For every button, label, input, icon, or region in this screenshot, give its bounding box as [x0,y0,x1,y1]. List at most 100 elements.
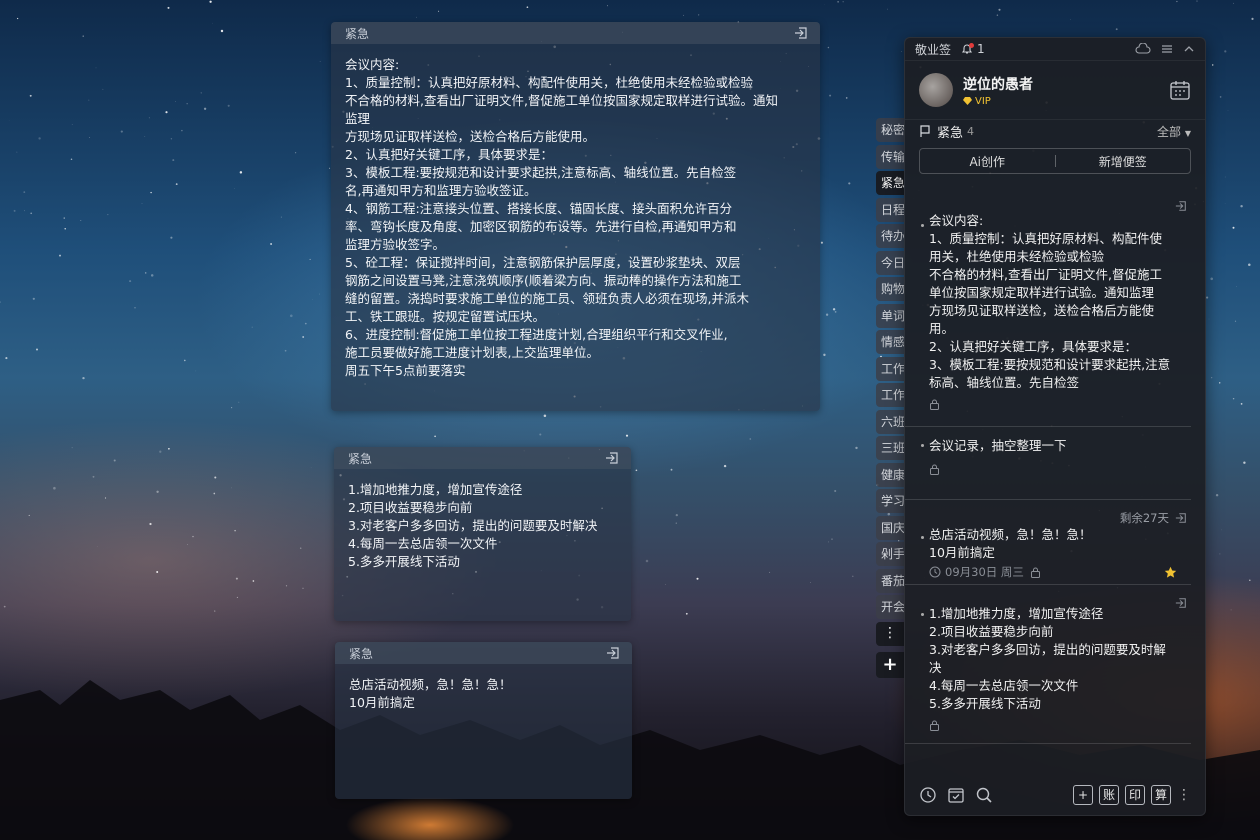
exit-icon[interactable] [1175,200,1187,212]
star [887,8,889,10]
note-line: 监理方验收签字。 [345,237,446,252]
star [95,67,97,69]
item-line: 用关，杜绝使用未经检验或检验 [929,249,1105,264]
more-options-icon[interactable]: ⋮ [1177,787,1191,803]
star [675,513,678,517]
more-tabs-button[interactable]: ⋮ [876,621,904,646]
exit-icon[interactable] [1175,512,1187,524]
side-tab[interactable]: 秘密 [876,118,904,142]
history-icon[interactable] [919,786,937,804]
star-icon[interactable] [1164,566,1177,579]
exit-icon[interactable] [1175,597,1187,609]
star [998,8,1001,11]
chevron-up-icon[interactable] [1183,43,1195,55]
item-footer: 09月30日 周三 [929,562,1177,582]
notification-dot [969,43,975,48]
exit-icon[interactable] [794,26,808,40]
note-body[interactable]: 1.增加地推力度，增加宣传途径 2.项目收益要稳步向前 3.对老客户多多回访，提… [334,469,631,583]
side-tab[interactable]: 今日 [876,250,904,275]
star [526,6,529,9]
desktop-note-meeting[interactable]: 紧急 会议内容: 1、质量控制：认真把好原材料、构配件使用关，杜绝使用未经检验或… [331,22,820,411]
star [175,100,176,102]
lock-icon[interactable] [929,399,940,410]
side-tab[interactable]: 工作 [876,356,904,381]
side-tab[interactable]: 购物 [876,277,904,301]
list-item[interactable]: 会议内容: 1、质量控制：认真把好原材料、构配件使 用关，杜绝使用未经检验或检验… [905,198,1191,427]
side-tab[interactable]: 传输 [876,144,904,169]
star [236,596,238,598]
item-line: 标高、轴线位置。先自检签 [929,375,1080,390]
side-tab[interactable]: 番茄 [876,568,904,593]
note-body[interactable]: 总店活动视频，急！急！急！ 10月前搞定 [335,664,632,724]
new-note-button[interactable]: 新增便签 [1056,153,1191,170]
star [129,280,132,283]
item-line: 2.项目收益要稳步向前 [929,624,1054,639]
side-tab[interactable]: 学习 [876,489,904,513]
lock-icon[interactable] [929,720,940,731]
star [107,214,109,216]
avatar[interactable] [919,73,953,107]
note-category-tag: 紧急 [349,646,374,661]
exit-icon[interactable] [606,646,620,660]
item-text: 会议记录，抽空整理一下 [929,427,1177,455]
filter-dropdown[interactable]: 全部 ▼ [1157,123,1191,140]
panel-titlebar[interactable]: 敬业签 1 [905,38,1205,61]
bottom-toolbar: + 账 印 算 ⋮ [905,775,1205,815]
star [665,584,666,585]
side-tab[interactable]: 待办 [876,224,904,248]
side-tab[interactable]: 单词 [876,303,904,328]
item-line: 3.对老客户多多回访，提出的问题要及时解 [929,642,1166,657]
star [829,94,832,97]
calendar-icon[interactable] [1169,79,1191,101]
note-body[interactable]: 会议内容: 1、质量控制：认真把好原材料、构配件使用关，杜绝使用未经检验或检验 … [331,44,820,392]
notification-bell[interactable] [961,43,975,55]
note-header[interactable]: 紧急 [335,642,632,664]
note-header[interactable]: 紧急 [331,22,820,44]
note-header[interactable]: 紧急 [334,447,631,469]
star [120,130,123,133]
add-button[interactable]: + [1073,785,1093,805]
item-bullet [921,613,924,616]
side-tab[interactable]: 情感 [876,330,904,354]
desktop-note-plan[interactable]: 紧急 1.增加地推力度，增加宣传途径 2.项目收益要稳步向前 3.对老客户多多回… [334,447,631,621]
lock-icon[interactable] [929,464,940,475]
side-tab[interactable]: 日程 [876,197,904,222]
side-tab[interactable]: 三班 [876,436,904,460]
todo-check-icon[interactable] [947,786,965,804]
star [32,297,35,300]
ledger-button[interactable]: 账 [1099,785,1119,805]
list-item[interactable]: 剩余27天 总店活动视频，急！急！急！ 10月前搞定 09月30日 周三 [905,500,1191,585]
side-tab[interactable]: 国庆 [876,515,904,540]
ai-create-button[interactable]: Ai创作 [920,153,1055,170]
star [312,299,313,300]
cloud-sync-icon[interactable] [1135,43,1151,55]
list-item[interactable]: 会议记录，抽空整理一下 [905,427,1191,500]
side-tab[interactable]: 六班 [876,409,904,434]
lock-icon[interactable] [1030,567,1041,578]
search-icon[interactable] [975,786,993,804]
star [149,522,152,526]
note-line: 不合格的材料,查看出厂证明文件,督促施工单位按国家规定取样进行试验。通知 [345,93,778,108]
calculator-button[interactable]: 算 [1151,785,1171,805]
star [852,575,854,577]
list-item[interactable]: 1.增加地推力度，增加宣传途径 2.项目收益要稳步向前 3.对老客户多多回访，提… [905,585,1191,744]
star [675,522,677,524]
side-tab[interactable]: 剁手 [876,542,904,566]
print-button[interactable]: 印 [1125,785,1145,805]
star [749,438,752,440]
side-tab[interactable]: 健康 [876,462,904,487]
side-tab[interactable]: 工作 [876,383,904,407]
user-name[interactable]: 逆位的愚者 [963,74,1033,94]
exit-icon[interactable] [605,451,619,465]
menu-icon[interactable] [1161,43,1173,55]
star [192,535,194,538]
side-tab-active[interactable]: 紧急 [876,171,904,195]
star [13,209,16,212]
desktop-note-video[interactable]: 紧急 总店活动视频，急！急！急！ 10月前搞定 [335,642,632,799]
side-tab[interactable]: 开会 [876,595,904,619]
star [1176,0,1178,3]
add-category-button[interactable]: + [876,651,904,678]
star [167,6,170,9]
note-line: 周五下午5点前要落实 [345,363,466,378]
star [1215,493,1219,497]
